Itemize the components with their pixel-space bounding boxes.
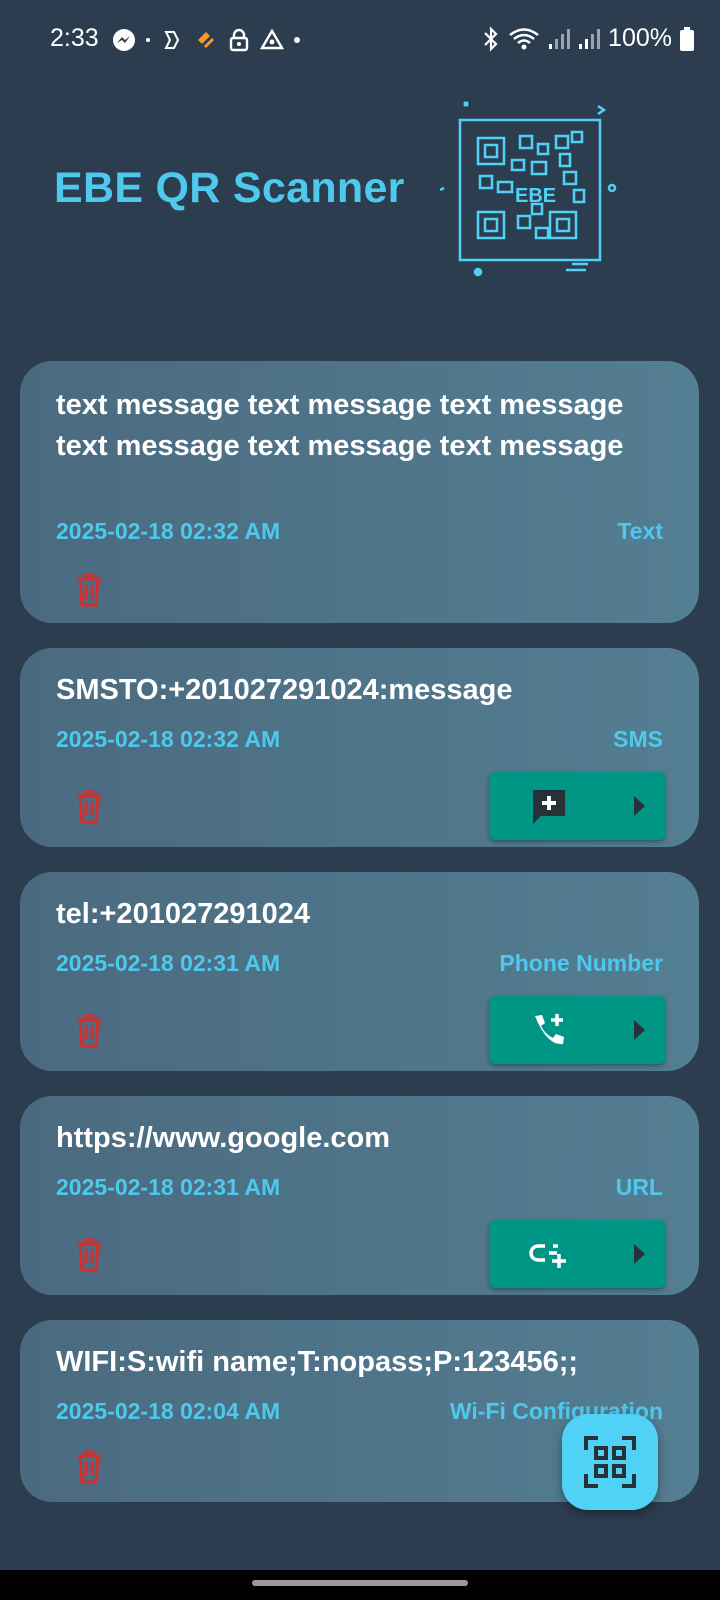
copilot-icon bbox=[164, 31, 180, 49]
trash-icon bbox=[77, 1014, 101, 1048]
logo-text: EBE bbox=[515, 185, 556, 207]
send-sms-button[interactable] bbox=[489, 772, 665, 840]
card-content: https://www.google.com bbox=[56, 1122, 391, 1154]
card-date: 2025-02-18 02:31 AM bbox=[56, 1174, 281, 1200]
card-date: 2025-02-18 02:32 AM bbox=[56, 518, 281, 544]
card-content: tel:+201027291024 bbox=[56, 898, 310, 930]
open-link-button[interactable] bbox=[489, 1220, 665, 1288]
card-type: Phone Number bbox=[499, 950, 663, 976]
play-arrow-icon bbox=[634, 1020, 645, 1040]
app-title: EBE QR Scanner bbox=[54, 164, 405, 212]
card-date: 2025-02-18 02:04 AM bbox=[56, 1398, 281, 1424]
status-time: 2:33 bbox=[50, 24, 99, 52]
trash-icon bbox=[77, 1238, 101, 1272]
delete-button[interactable] bbox=[72, 571, 106, 609]
card-content: text message text message text message t… bbox=[56, 389, 624, 462]
add-message-icon bbox=[533, 790, 565, 824]
card-type: Text bbox=[617, 518, 663, 544]
delete-button[interactable] bbox=[72, 1012, 106, 1050]
scan-qr-button[interactable] bbox=[562, 1414, 658, 1510]
heart-app-icon bbox=[198, 32, 214, 48]
card-content: SMSTO:+201027291024:message bbox=[56, 674, 513, 706]
signal-icon bbox=[579, 28, 601, 49]
add-call-icon bbox=[535, 1014, 564, 1045]
trash-icon bbox=[77, 790, 101, 824]
play-arrow-icon bbox=[634, 1244, 645, 1264]
drive-icon bbox=[260, 28, 284, 50]
history-card[interactable]: https://www.google.com 2025-02-18 02:31 … bbox=[20, 1096, 699, 1295]
qr-logo-icon: EBE bbox=[440, 101, 617, 277]
messenger-icon bbox=[113, 29, 135, 51]
navigation-bar bbox=[0, 1570, 720, 1600]
dot-separator bbox=[294, 37, 300, 43]
card-content: WIFI:S:wifi name;T:nopass;P:123456;; bbox=[56, 1346, 579, 1378]
card-type: SMS bbox=[613, 726, 663, 752]
history-card[interactable]: text message text message text message t… bbox=[20, 361, 699, 623]
status-bar: 2:33 100% bbox=[0, 0, 720, 80]
delete-button[interactable] bbox=[72, 1236, 106, 1274]
history-card[interactable]: tel:+201027291024 2025-02-18 02:31 AM Ph… bbox=[20, 872, 699, 1071]
delete-button[interactable] bbox=[72, 788, 106, 826]
wifi-icon bbox=[509, 27, 539, 49]
delete-button[interactable] bbox=[72, 1448, 106, 1486]
notification-icons bbox=[112, 28, 300, 52]
dot-separator bbox=[146, 38, 150, 42]
lock-icon bbox=[229, 28, 249, 52]
trash-icon bbox=[77, 573, 101, 607]
system-icons: 100% bbox=[482, 24, 694, 53]
add-link-icon bbox=[529, 1244, 566, 1268]
card-type: URL bbox=[615, 1174, 663, 1200]
card-date: 2025-02-18 02:32 AM bbox=[56, 726, 281, 752]
history-card[interactable]: SMSTO:+201027291024:message 2025-02-18 0… bbox=[20, 648, 699, 847]
battery-icon bbox=[680, 26, 694, 51]
trash-icon bbox=[77, 1450, 101, 1484]
qr-scan-icon bbox=[584, 1436, 636, 1488]
card-date: 2025-02-18 02:31 AM bbox=[56, 950, 281, 976]
home-gesture-handle[interactable] bbox=[252, 1580, 468, 1586]
bluetooth-icon bbox=[484, 25, 498, 52]
signal-icon bbox=[549, 28, 571, 49]
call-button[interactable] bbox=[489, 996, 665, 1064]
play-arrow-icon bbox=[634, 796, 645, 816]
battery-percent: 100% bbox=[608, 24, 672, 52]
